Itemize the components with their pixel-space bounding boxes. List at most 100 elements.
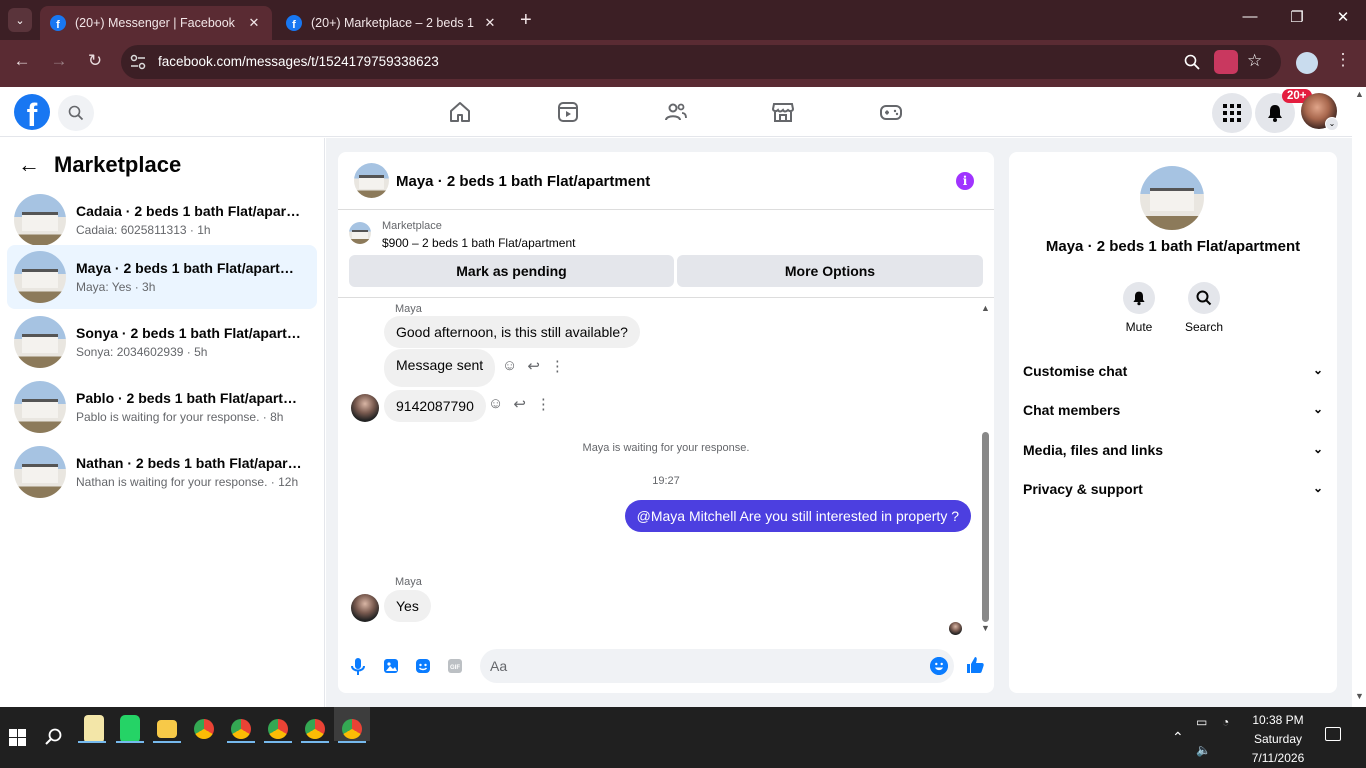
tab-marketplace[interactable]: f (20+) Marketplace – 2 beds 1 bath ✕: [276, 6, 508, 40]
minimize-button[interactable]: —: [1238, 8, 1262, 25]
mute-button[interactable]: Mute: [1109, 282, 1169, 334]
section-media-files-links[interactable]: Media, files and links ⌄: [1023, 442, 1323, 458]
conversation-item[interactable]: Pablo · 2 beds 1 bath Flat/apartment Pabl…: [7, 375, 317, 439]
whatsapp-app-icon[interactable]: [120, 715, 140, 743]
listing-thumbnail[interactable]: [349, 222, 371, 244]
battery-icon[interactable]: ▭: [1196, 715, 1207, 729]
marketplace-icon[interactable]: [771, 100, 795, 124]
reply-icon[interactable]: ↩: [513, 395, 526, 413]
info-icon[interactable]: i: [956, 172, 974, 190]
notepad-app-icon[interactable]: [84, 715, 104, 743]
back-arrow-icon[interactable]: ←: [18, 152, 40, 178]
svg-text:GIF: GIF: [450, 665, 460, 671]
menu-grid-icon[interactable]: [1212, 93, 1252, 133]
clock-time: 10:38 PM: [1252, 713, 1304, 727]
mark-as-pending-button[interactable]: Mark as pending: [349, 255, 674, 287]
windows-start-icon[interactable]: [9, 729, 26, 746]
chrome-menu-icon[interactable]: ⋮: [1331, 50, 1355, 70]
reload-icon[interactable]: ↻: [83, 51, 107, 71]
tab-messenger[interactable]: f (20+) Messenger | Facebook ✕: [40, 6, 272, 40]
notification-center-icon[interactable]: [1325, 727, 1341, 741]
chrome-app-icon[interactable]: [231, 719, 251, 739]
conversation-item-selected[interactable]: Maya · 2 beds 1 bath Flat/apartment Maya:…: [7, 245, 317, 309]
section-chat-members[interactable]: Chat members ⌄: [1023, 402, 1323, 418]
chrome-app-icon[interactable]: [194, 719, 214, 739]
sender-avatar[interactable]: [351, 594, 379, 622]
message-bubble[interactable]: Good afternoon, is this still available?: [384, 316, 640, 348]
install-app-icon[interactable]: [1214, 50, 1238, 74]
zoom-icon[interactable]: [1184, 54, 1200, 70]
section-label: Chat members: [1023, 402, 1121, 418]
wifi-icon[interactable]: ◔: [1222, 715, 1229, 729]
close-tab-icon[interactable]: ✕: [482, 15, 498, 31]
file-explorer-icon[interactable]: [157, 720, 177, 738]
chevron-down-icon[interactable]: ⌄: [1325, 117, 1339, 131]
system-clock[interactable]: 10:38 PM Saturday 7/11/2026: [1238, 711, 1318, 768]
page-title: ← Marketplace: [18, 152, 181, 178]
video-icon[interactable]: [556, 100, 580, 124]
taskbar-search-icon[interactable]: [45, 728, 63, 746]
react-emoji-icon[interactable]: ☺: [488, 395, 503, 413]
sent-message-bubble[interactable]: @Maya Mitchell Are you still interested …: [624, 500, 971, 532]
reply-icon[interactable]: ↩: [527, 357, 540, 375]
tray-overflow-icon[interactable]: ⌃: [1172, 729, 1184, 746]
more-icon[interactable]: ⋮: [550, 357, 565, 375]
chrome-app-icon[interactable]: [268, 719, 288, 739]
bookmark-star-icon[interactable]: ☆: [1247, 51, 1262, 71]
more-icon[interactable]: ⋮: [536, 395, 551, 413]
site-settings-icon[interactable]: [129, 53, 147, 71]
sticker-icon[interactable]: [413, 656, 433, 676]
friends-icon[interactable]: [664, 100, 688, 124]
windows-taskbar: ⌃ ▭ ◔ 🔈 10:38 PM Saturday 7/11/2026: [0, 707, 1366, 768]
facebook-logo-icon[interactable]: f: [14, 94, 50, 130]
listing-price[interactable]: $900 – 2 beds 1 bath Flat/apartment: [382, 236, 575, 250]
chat-header: Maya · 2 beds 1 bath Flat/apartment i: [338, 152, 994, 210]
thumbs-up-icon[interactable]: [965, 655, 985, 675]
listing-thumbnail: [14, 316, 66, 368]
address-bar[interactable]: facebook.com/messages/t/1524179759338623…: [121, 45, 1281, 79]
gif-icon[interactable]: GIF: [445, 656, 465, 676]
new-tab-button[interactable]: +: [520, 9, 532, 32]
listing-thumbnail[interactable]: [1140, 166, 1204, 230]
forward-icon[interactable]: →: [47, 51, 71, 71]
emoji-icon[interactable]: [930, 657, 948, 675]
conversation-preview: Pablo is waiting for your response. · 8h: [76, 410, 284, 424]
close-window-button[interactable]: ✕: [1331, 8, 1355, 26]
chevron-down-icon: ⌄: [1312, 481, 1323, 495]
conversation-item[interactable]: Cadaia · 2 beds 1 bath Flat/apartment Cad…: [7, 188, 317, 252]
section-customise-chat[interactable]: Customise chat ⌄: [1023, 363, 1323, 379]
home-icon[interactable]: [448, 100, 472, 124]
tab-search-button[interactable]: ⌄: [8, 8, 32, 32]
listing-thumbnail[interactable]: [354, 163, 389, 198]
gaming-icon[interactable]: [879, 100, 903, 124]
scrollbar-thumb[interactable]: [982, 432, 989, 622]
section-label: Privacy & support: [1023, 481, 1143, 497]
active-indicator: [153, 741, 181, 743]
chat-title[interactable]: Maya · 2 beds 1 bath Flat/apartment: [396, 173, 650, 190]
more-options-button[interactable]: More Options: [677, 255, 983, 287]
section-privacy-support[interactable]: Privacy & support ⌄: [1023, 481, 1323, 497]
message-bubble[interactable]: Yes: [384, 590, 431, 622]
message-input[interactable]: Aa: [480, 649, 954, 683]
message-bubble[interactable]: 9142087790: [384, 390, 486, 422]
close-tab-icon[interactable]: ✕: [246, 15, 262, 31]
photo-icon[interactable]: [381, 656, 401, 676]
volume-icon[interactable]: 🔈: [1196, 743, 1211, 757]
maximize-button[interactable]: ❐: [1285, 8, 1309, 26]
timestamp: 19:27: [652, 475, 680, 487]
conversation-item[interactable]: Sonya · 2 beds 1 bath Flat/apartment Sony…: [7, 310, 317, 374]
chrome-app-icon-active[interactable]: [342, 719, 362, 739]
microphone-icon[interactable]: [348, 656, 368, 676]
react-emoji-icon[interactable]: ☺: [502, 357, 517, 375]
sender-avatar[interactable]: [351, 394, 379, 422]
profile-icon[interactable]: [1296, 52, 1318, 74]
back-icon[interactable]: ←: [10, 51, 34, 71]
section-label: Customise chat: [1023, 363, 1128, 379]
search-icon[interactable]: [58, 95, 94, 131]
page-scrollbar[interactable]: ▲ ▼: [1352, 87, 1366, 707]
chrome-app-icon[interactable]: [305, 719, 325, 739]
conversation-item[interactable]: Nathan · 2 beds 1 bath Flat/apartment Nat…: [7, 440, 317, 504]
section-label: Media, files and links: [1023, 442, 1164, 458]
message-bubble[interactable]: Message sent: [384, 349, 496, 387]
search-in-chat-button[interactable]: Search: [1174, 282, 1234, 334]
